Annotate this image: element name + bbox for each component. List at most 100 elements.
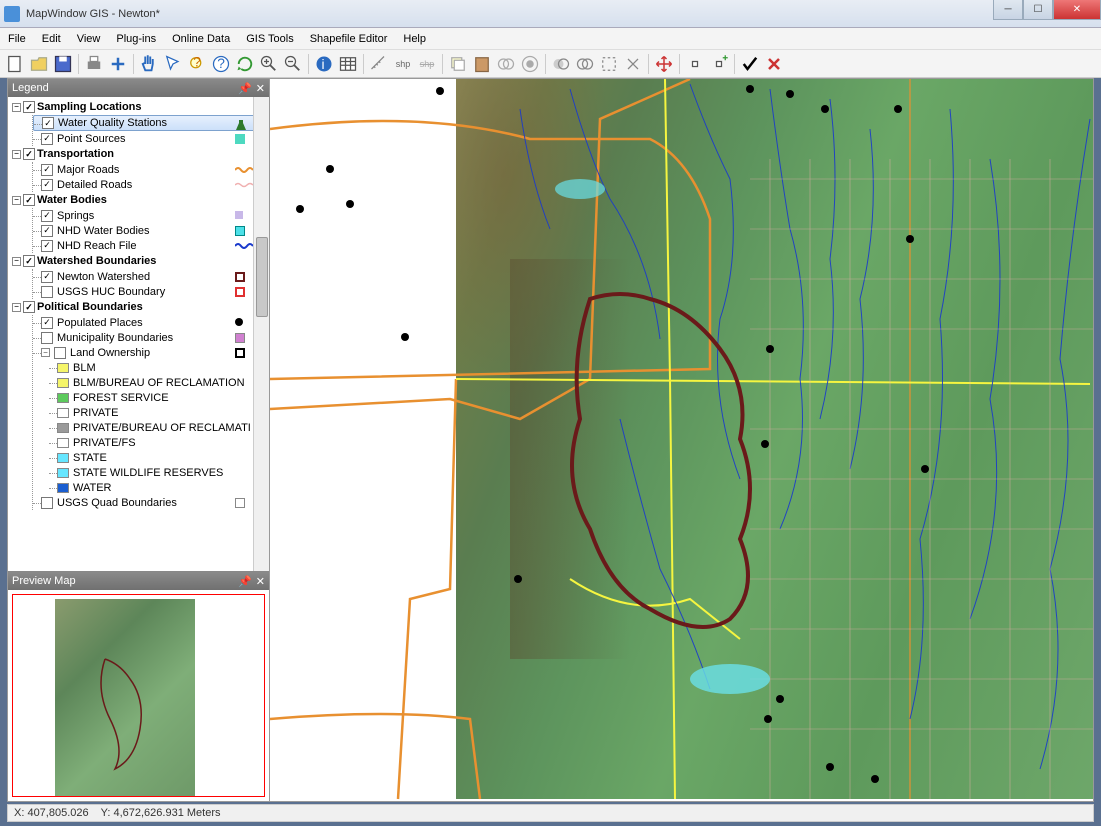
- buffer-button[interactable]: [519, 53, 541, 75]
- checkbox[interactable]: [23, 148, 35, 160]
- rem-shp-button[interactable]: shp: [416, 53, 438, 75]
- scrollbar-thumb[interactable]: [256, 237, 268, 317]
- layer-item[interactable]: Detailed Roads: [33, 177, 267, 192]
- sublayer-item[interactable]: PRIVATE/FS: [49, 435, 267, 450]
- sublayer-item[interactable]: WATER: [49, 480, 267, 495]
- pan-button[interactable]: [138, 53, 160, 75]
- union-button[interactable]: [495, 53, 517, 75]
- checkbox[interactable]: [41, 317, 53, 329]
- checkbox[interactable]: [41, 164, 53, 176]
- info-button[interactable]: i: [313, 53, 335, 75]
- legend-tree[interactable]: − Sampling Locations Water Quality Station…: [8, 97, 269, 571]
- new-button[interactable]: [4, 53, 26, 75]
- group-label[interactable]: Sampling Locations: [37, 101, 142, 113]
- checkbox[interactable]: [41, 271, 53, 283]
- preview-map[interactable]: [8, 590, 269, 801]
- select-button[interactable]: [162, 53, 184, 75]
- add-node-button[interactable]: [708, 53, 730, 75]
- checkbox[interactable]: [54, 347, 66, 359]
- layer-item[interactable]: USGS Quad Boundaries: [33, 495, 267, 510]
- close-panel-icon[interactable]: ✕: [256, 575, 265, 588]
- checkbox[interactable]: [41, 225, 53, 237]
- pin-icon[interactable]: 📌: [238, 82, 252, 95]
- sublayer-item[interactable]: BLM/BUREAU OF RECLAMATION: [49, 375, 267, 390]
- layer-item[interactable]: Major Roads: [33, 162, 267, 177]
- menu-onlinedata[interactable]: Online Data: [172, 33, 230, 45]
- layer-item[interactable]: Newton Watershed: [33, 269, 267, 284]
- expand-icon[interactable]: −: [12, 257, 21, 266]
- clip-button[interactable]: [550, 53, 572, 75]
- layer-item[interactable]: USGS HUC Boundary: [33, 284, 267, 299]
- refresh-button[interactable]: [234, 53, 256, 75]
- menu-gistools[interactable]: GIS Tools: [246, 33, 294, 45]
- menu-plugins[interactable]: Plug-ins: [116, 33, 156, 45]
- group-label[interactable]: Watershed Boundaries: [37, 255, 156, 267]
- pin-icon[interactable]: 📌: [238, 575, 252, 588]
- checkbox[interactable]: [41, 332, 53, 344]
- layer-item[interactable]: NHD Water Bodies: [33, 223, 267, 238]
- redraw-button[interactable]: [622, 53, 644, 75]
- checkbox[interactable]: [23, 255, 35, 267]
- layer-item[interactable]: NHD Reach File: [33, 238, 267, 253]
- checkbox[interactable]: [41, 286, 53, 298]
- add-shp-button[interactable]: shp: [392, 53, 414, 75]
- print-button[interactable]: [83, 53, 105, 75]
- layer-item[interactable]: Municipality Boundaries: [33, 330, 267, 345]
- checkbox[interactable]: [41, 210, 53, 222]
- help-button[interactable]: ?: [210, 53, 232, 75]
- identify-button[interactable]: ?: [186, 53, 208, 75]
- sublayer-item[interactable]: STATE: [49, 450, 267, 465]
- map-viewport[interactable]: [270, 79, 1093, 801]
- cancel-button[interactable]: [763, 53, 785, 75]
- intersect-button[interactable]: [574, 53, 596, 75]
- checkbox[interactable]: [23, 101, 35, 113]
- table-button[interactable]: [337, 53, 359, 75]
- measure-button[interactable]: [368, 53, 390, 75]
- layer-item[interactable]: −Land Ownership: [33, 345, 267, 360]
- extent-button[interactable]: [598, 53, 620, 75]
- checkbox[interactable]: [23, 194, 35, 206]
- sublayer-item[interactable]: BLM: [49, 360, 267, 375]
- scrollbar[interactable]: [253, 97, 269, 571]
- sublayer-item[interactable]: FOREST SERVICE: [49, 390, 267, 405]
- expand-icon[interactable]: −: [12, 303, 21, 312]
- menu-view[interactable]: View: [77, 33, 101, 45]
- sublayer-item[interactable]: PRIVATE: [49, 405, 267, 420]
- checkbox[interactable]: [41, 133, 53, 145]
- checkbox[interactable]: [41, 179, 53, 191]
- zoom-out-button[interactable]: [282, 53, 304, 75]
- layer-item[interactable]: Point Sources: [33, 131, 267, 146]
- paste-button[interactable]: [471, 53, 493, 75]
- zoom-in-button[interactable]: [258, 53, 280, 75]
- checkbox[interactable]: [41, 240, 53, 252]
- expand-icon[interactable]: −: [41, 348, 50, 357]
- node-button[interactable]: [684, 53, 706, 75]
- checkbox[interactable]: [41, 497, 53, 509]
- save-button[interactable]: [52, 53, 74, 75]
- expand-icon[interactable]: −: [12, 103, 21, 112]
- menu-file[interactable]: File: [8, 33, 26, 45]
- sublayer-item[interactable]: STATE WILDLIFE RESERVES: [49, 465, 267, 480]
- group-label[interactable]: Political Boundaries: [37, 301, 143, 313]
- checkbox[interactable]: [23, 301, 35, 313]
- layer-item[interactable]: Populated Places: [33, 315, 267, 330]
- open-button[interactable]: [28, 53, 50, 75]
- move-button[interactable]: [653, 53, 675, 75]
- maximize-button[interactable]: ☐: [1023, 0, 1053, 20]
- group-label[interactable]: Transportation: [37, 148, 114, 160]
- layer-item[interactable]: Water Quality Stations: [33, 115, 267, 131]
- expand-icon[interactable]: −: [12, 150, 21, 159]
- layer-item[interactable]: Springs: [33, 208, 267, 223]
- minimize-button[interactable]: ─: [993, 0, 1023, 20]
- menu-edit[interactable]: Edit: [42, 33, 61, 45]
- add-layer-button[interactable]: [107, 53, 129, 75]
- menu-shapefile[interactable]: Shapefile Editor: [310, 33, 388, 45]
- menu-help[interactable]: Help: [403, 33, 426, 45]
- copy-button[interactable]: [447, 53, 469, 75]
- check-button[interactable]: [739, 53, 761, 75]
- expand-icon[interactable]: −: [12, 196, 21, 205]
- group-label[interactable]: Water Bodies: [37, 194, 107, 206]
- sublayer-item[interactable]: PRIVATE/BUREAU OF RECLAMATI: [49, 420, 267, 435]
- close-button[interactable]: ✕: [1053, 0, 1101, 20]
- checkbox[interactable]: [42, 117, 54, 129]
